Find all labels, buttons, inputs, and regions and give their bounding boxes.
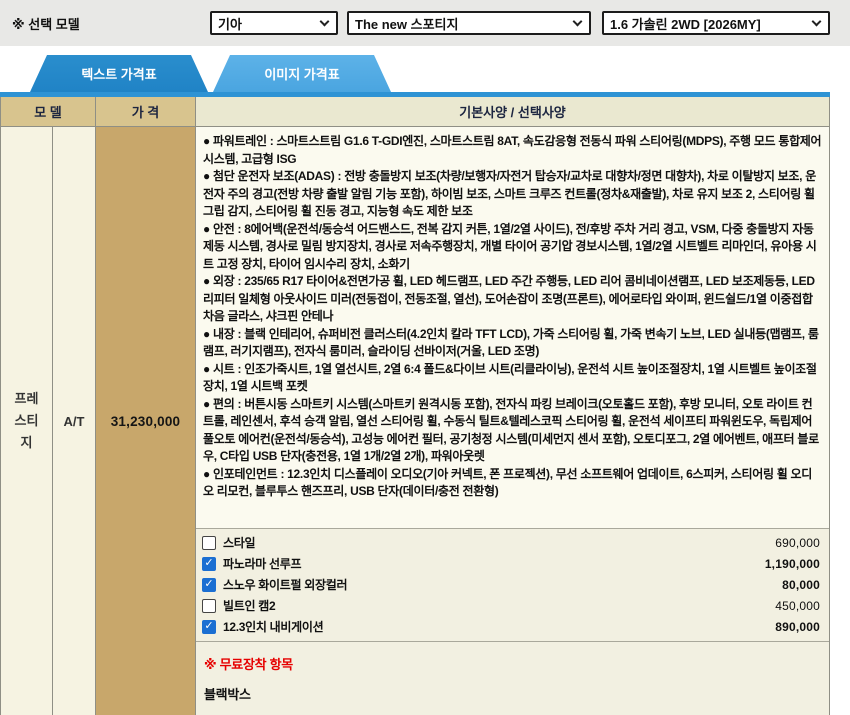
option-label: 스타일 <box>223 534 775 551</box>
option-price: 690,000 <box>775 536 820 550</box>
option-label: 스노우 화이트펄 외장컬러 <box>223 576 782 593</box>
price-table-page: ※ 선택 모델 기아 The new 스포티지 1.6 가솔린 2WD [202… <box>0 0 850 715</box>
spec-item-adas: ● 첨단 운전자 보조(ADAS) : 전방 충돌방지 보조(차량/보행자/자전… <box>203 168 822 221</box>
tab-image-pricetable[interactable]: 이미지 가격표 <box>213 55 391 92</box>
option-label: 12.3인치 내비게이션 <box>223 618 775 635</box>
spec-cell: ● 파워트레인 : 스마트스트림 G1.6 T-GDI엔진, 스마트스트림 8A… <box>196 127 829 715</box>
header-model: 모 델 <box>1 97 96 126</box>
table-header: 모 델 가 격 기본사양 / 선택사양 <box>1 97 829 127</box>
trim-line: 프레 <box>15 388 39 410</box>
checkbox-icon[interactable] <box>202 599 216 613</box>
checkbox-icon[interactable] <box>202 620 216 634</box>
spec-item-infotainment: ● 인포테인먼트 : 12.3인치 디스플레이 오디오(기아 커넥트, 폰 프로… <box>203 466 822 501</box>
option-list: 스타일 690,000 파노라마 선루프 1,190,000 스노우 화이트펄 … <box>196 528 829 641</box>
option-price: 890,000 <box>775 620 820 634</box>
model-select-value: The new 스포티지 <box>355 14 568 33</box>
option-row-builtin-cam[interactable]: 빌트인 캠2 450,000 <box>196 595 829 616</box>
pricetable-tabs: 텍스트 가격표 이미지 가격표 <box>0 46 850 92</box>
tab-text-pricetable[interactable]: 텍스트 가격표 <box>30 55 208 92</box>
option-row-panorama-sunroof[interactable]: 파노라마 선루프 1,190,000 <box>196 553 829 574</box>
transmission-value: A/T <box>64 414 85 429</box>
option-price: 1,190,000 <box>765 557 820 571</box>
price-cell: 31,230,000 <box>96 127 196 715</box>
checkbox-icon[interactable] <box>202 536 216 550</box>
header-spec: 기본사양 / 선택사양 <box>196 97 829 126</box>
spec-item-seat: ● 시트 : 인조가죽시트, 1열 열선시트, 2열 6:4 폴드&다이브 시트… <box>203 361 822 396</box>
brand-select[interactable]: 기아 <box>210 11 338 35</box>
option-row-navigation[interactable]: 12.3인치 내비게이션 890,000 <box>196 616 829 637</box>
spec-item-interior: ● 내장 : 블랙 인테리어, 슈퍼비전 클러스터(4.2인치 칼라 TFT L… <box>203 326 822 361</box>
trim-name-cell: 프레 스티 지 <box>1 127 53 715</box>
spec-item-exterior: ● 외장 : 235/65 R17 타이어&전면가공 휠, LED 헤드램프, … <box>203 273 822 326</box>
spec-item-convenience: ● 편의 : 버튼시동 스마트키 시스템(스마트키 원격시동 포함), 전자식 … <box>203 396 822 466</box>
chevron-down-icon <box>573 17 583 27</box>
trim-name: 프레 스티 지 <box>15 388 39 454</box>
option-price: 80,000 <box>782 578 820 592</box>
trim-select[interactable]: 1.6 가솔린 2WD [2026MY] <box>602 11 830 35</box>
table-row: 프레 스티 지 A/T 31,230,000 ● 파워트레인 : 스마트스트림 … <box>1 127 829 715</box>
free-items-section: ※ 무료장착 항목 블랙박스 <box>196 641 829 715</box>
price-value: 31,230,000 <box>111 414 181 429</box>
tab-label: 이미지 가격표 <box>264 64 339 83</box>
option-price: 450,000 <box>775 599 820 613</box>
selection-label: ※ 선택 모델 <box>12 14 210 33</box>
checkbox-icon[interactable] <box>202 557 216 571</box>
brand-select-value: 기아 <box>218 14 315 33</box>
option-row-style[interactable]: 스타일 690,000 <box>196 532 829 553</box>
trim-line: 지 <box>15 432 39 454</box>
transmission-cell: A/T <box>53 127 96 715</box>
trim-line: 스티 <box>15 410 39 432</box>
trim-select-value: 1.6 가솔린 2WD [2026MY] <box>610 14 807 33</box>
spec-price-table: 모 델 가 격 기본사양 / 선택사양 프레 스티 지 A/T 31,230,0… <box>0 97 830 715</box>
model-select[interactable]: The new 스포티지 <box>347 11 591 35</box>
chevron-down-icon <box>320 17 330 27</box>
option-label: 빌트인 캠2 <box>223 597 775 614</box>
tab-label: 텍스트 가격표 <box>81 64 156 83</box>
free-items-title: ※ 무료장착 항목 <box>204 654 820 673</box>
model-selection-bar: ※ 선택 모델 기아 The new 스포티지 1.6 가솔린 2WD [202… <box>0 0 850 46</box>
spec-item-powertrain: ● 파워트레인 : 스마트스트림 G1.6 T-GDI엔진, 스마트스트림 8A… <box>203 133 822 168</box>
chevron-down-icon <box>812 17 822 27</box>
option-row-exterior-color[interactable]: 스노우 화이트펄 외장컬러 80,000 <box>196 574 829 595</box>
option-label: 파노라마 선루프 <box>223 555 765 572</box>
header-price: 가 격 <box>96 97 196 126</box>
free-item: 블랙박스 <box>204 684 820 703</box>
checkbox-icon[interactable] <box>202 578 216 592</box>
spec-item-safety: ● 안전 : 8에어백(운전석/동승석 어드밴스드, 전복 감지 커튼, 1열/… <box>203 221 822 274</box>
spec-list: ● 파워트레인 : 스마트스트림 G1.6 T-GDI엔진, 스마트스트림 8A… <box>196 127 829 528</box>
